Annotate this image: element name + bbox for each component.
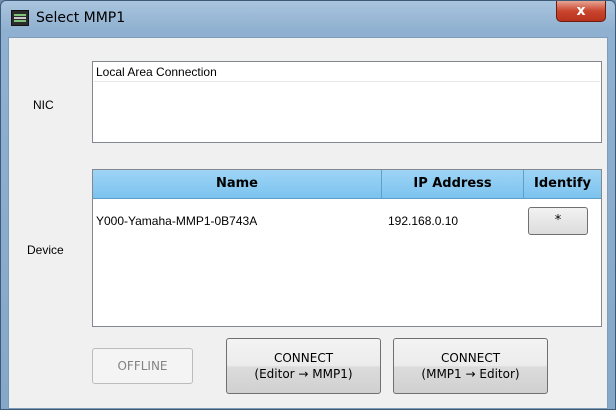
device-name-cell: Y000-Yamaha-MMP1-0B743A xyxy=(96,214,258,228)
close-button[interactable]: x xyxy=(556,1,606,22)
connect-mmp1-to-editor-line2: (MMP1 → Editor) xyxy=(421,367,520,381)
connect-editor-to-mmp1-button[interactable]: CONNECT (Editor → MMP1) xyxy=(226,338,381,394)
app-icon[interactable] xyxy=(11,10,29,26)
connect-editor-to-mmp1-line2: (Editor → MMP1) xyxy=(254,367,353,381)
connect-mmp1-to-editor-line1: CONNECT xyxy=(440,351,501,365)
device-label: Device xyxy=(27,243,64,257)
device-table[interactable]: Name IP Address Identify Y000-Yamaha-MMP… xyxy=(92,169,602,327)
connect-mmp1-to-editor-button[interactable]: CONNECT (MMP1 → Editor) xyxy=(393,338,548,394)
device-ip-cell: 192.168.0.10 xyxy=(388,214,459,228)
window-title: Select MMP1 xyxy=(36,10,126,26)
close-icon: x xyxy=(576,3,586,19)
nic-item-local-area-connection[interactable]: Local Area Connection xyxy=(96,65,217,79)
connect-editor-to-mmp1-line1: CONNECT xyxy=(273,351,334,365)
select-mmp1-dialog: Select MMP1 x NIC Local Area Connection … xyxy=(0,0,616,410)
identify-button[interactable]: * xyxy=(528,207,588,235)
nic-list[interactable]: Local Area Connection xyxy=(92,61,602,143)
dialog-body: NIC Local Area Connection Device Name IP… xyxy=(8,37,608,409)
column-header-identify[interactable]: Identify xyxy=(524,170,601,198)
title-bar[interactable]: Select MMP1 x xyxy=(1,1,615,37)
nic-label: NIC xyxy=(33,98,54,112)
column-header-name[interactable]: Name xyxy=(93,170,382,198)
device-table-header: Name IP Address Identify xyxy=(93,170,601,199)
column-header-ip-address[interactable]: IP Address xyxy=(382,170,524,198)
offline-button[interactable]: OFFLINE xyxy=(92,348,193,384)
nic-item-divider xyxy=(94,81,600,82)
